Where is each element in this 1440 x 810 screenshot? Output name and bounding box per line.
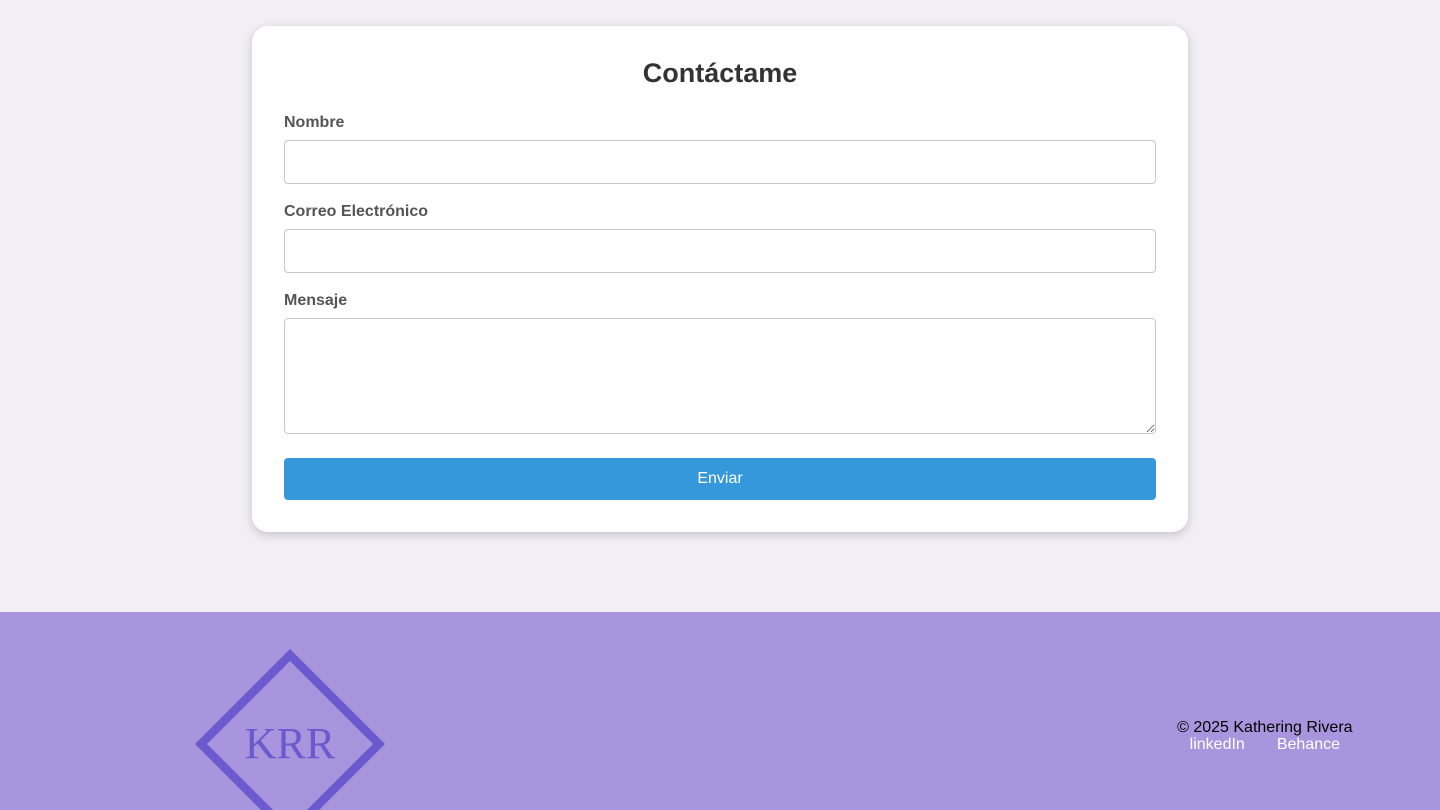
copyright-text: © 2025 Kathering Rivera	[1177, 719, 1353, 736]
footer-links: linkedIn Behance	[1174, 736, 1356, 753]
form-title: Contáctame	[642, 58, 798, 88]
page: Contáctame Nombre Correo Electrónico Men…	[0, 0, 1440, 810]
submit-button[interactable]: Enviar	[284, 458, 1156, 500]
email-label: Correo Electrónico	[284, 203, 429, 220]
footer: KRR © 2025 Kathering Rivera linkedIn Beha…	[0, 612, 1440, 810]
contact-form-card: Contáctame Nombre Correo Electrónico Men…	[252, 26, 1188, 532]
message-label: Mensaje	[284, 292, 348, 309]
logo-text: KRR	[245, 719, 336, 768]
behance-link[interactable]: Behance	[1277, 736, 1340, 753]
krr-logo: KRR	[195, 649, 385, 810]
linkedin-link[interactable]: linkedIn	[1190, 736, 1245, 753]
message-textarea[interactable]	[284, 318, 1156, 434]
email-input[interactable]	[284, 229, 1156, 273]
name-input[interactable]	[284, 140, 1156, 184]
footer-info: © 2025 Kathering Rivera linkedIn Behance	[1174, 719, 1356, 753]
name-label: Nombre	[284, 114, 345, 131]
